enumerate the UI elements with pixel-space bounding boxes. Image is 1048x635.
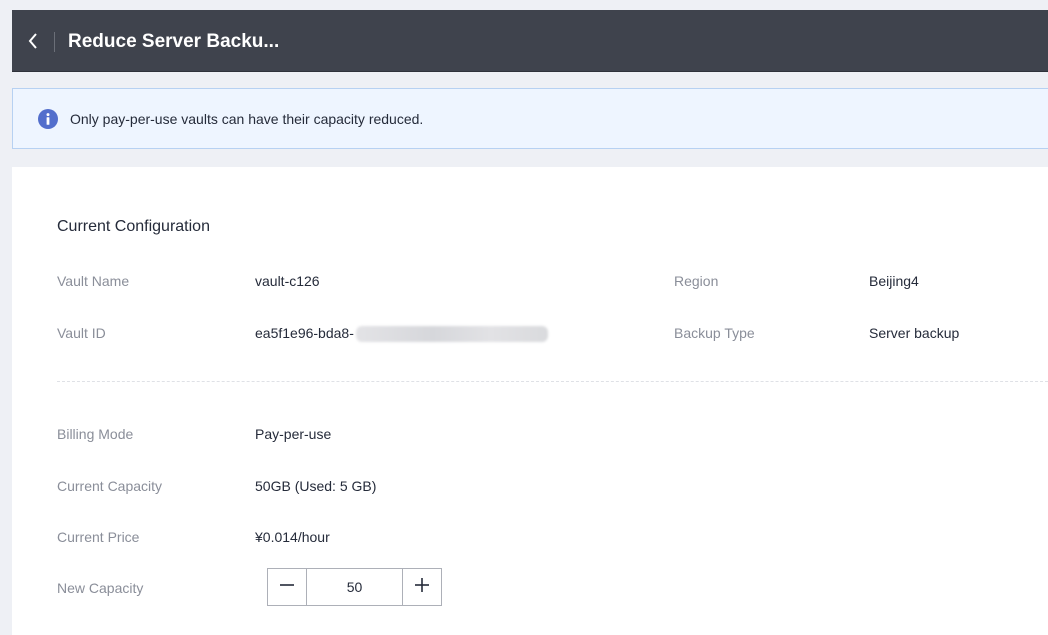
backup-type-value: Server backup <box>869 325 960 341</box>
decrease-button[interactable] <box>268 569 307 605</box>
vault-id-text: ea5f1e96-bda8- <box>255 325 354 341</box>
section-title: Current Configuration <box>57 218 210 235</box>
minus-icon <box>279 577 295 598</box>
region-label: Region <box>674 273 719 289</box>
new-capacity-label: New Capacity <box>57 580 144 596</box>
vault-name-label: Vault Name <box>57 273 130 289</box>
chevron-left-icon <box>27 32 39 50</box>
vault-id-label: Vault ID <box>57 325 106 341</box>
current-price-value: ¥0.014/hour <box>255 529 330 545</box>
alert-message: Only pay-per-use vaults can have their c… <box>70 111 424 127</box>
billing-mode-label: Billing Mode <box>57 426 134 442</box>
current-capacity-label: Current Capacity <box>57 478 163 494</box>
current-price-label: Current Price <box>57 529 140 545</box>
header-divider <box>54 32 55 52</box>
info-icon <box>38 109 58 129</box>
back-button[interactable] <box>20 26 46 56</box>
page-header: Reduce Server Backu... <box>12 10 1048 72</box>
vault-id-value: ea5f1e96-bda8- <box>255 324 548 343</box>
section-divider <box>57 381 1048 382</box>
backup-type-label: Backup Type <box>674 325 755 341</box>
redacted-blur <box>355 326 548 343</box>
new-capacity-stepper <box>267 568 442 606</box>
billing-mode-value: Pay-per-use <box>255 426 332 442</box>
current-capacity-value: 50GB (Used: 5 GB) <box>255 478 377 494</box>
configuration-card: Current Configuration Vault Name vault-c… <box>12 167 1048 635</box>
increase-button[interactable] <box>402 569 441 605</box>
info-alert: Only pay-per-use vaults can have their c… <box>12 88 1048 149</box>
region-value: Beijing4 <box>869 273 919 289</box>
capacity-input[interactable] <box>307 569 402 605</box>
page-title: Reduce Server Backu... <box>68 31 280 52</box>
reduce-capacity-page: Reduce Server Backu... Only pay-per-use … <box>0 0 1048 635</box>
vault-name-value: vault-c126 <box>255 273 320 289</box>
plus-icon <box>414 577 430 598</box>
